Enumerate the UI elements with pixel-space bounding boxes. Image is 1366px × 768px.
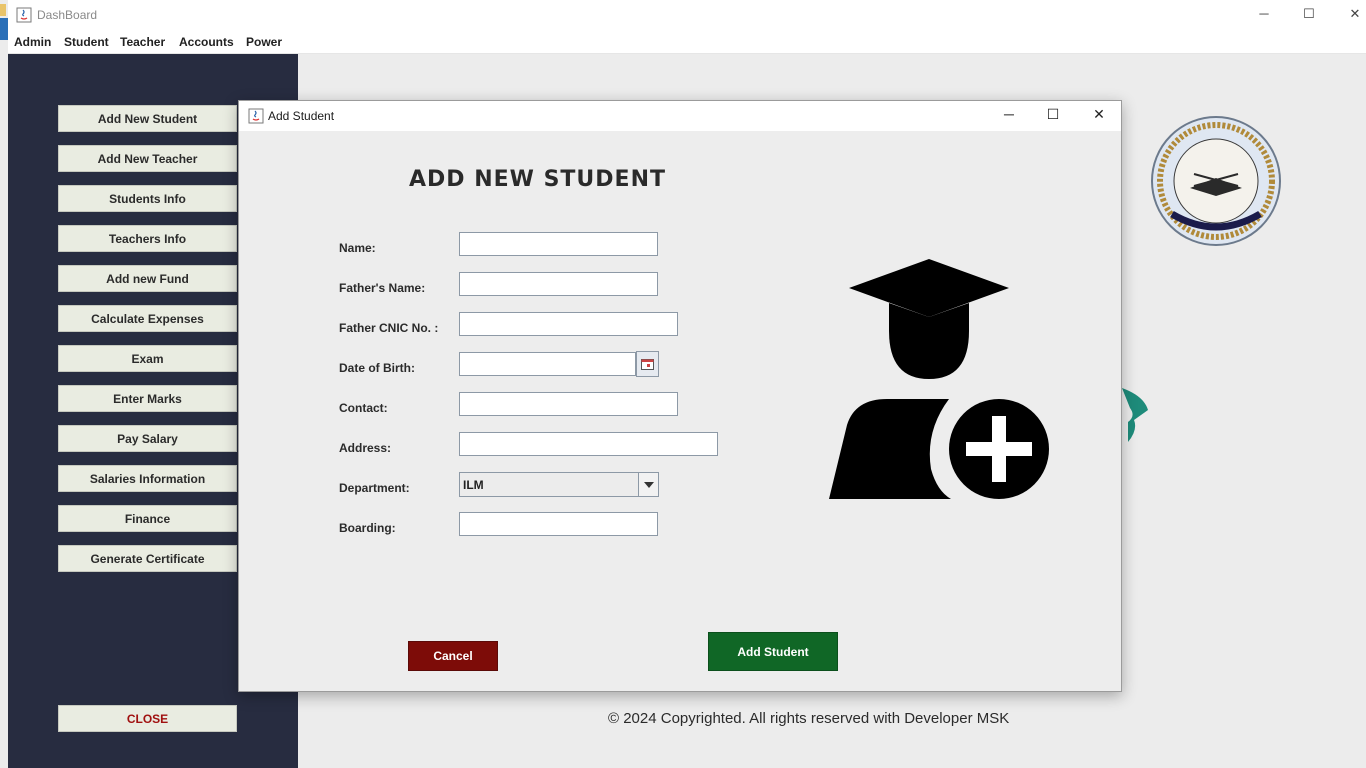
copyright-text: © 2024 Copyrighted. All rights reserved … — [608, 710, 1010, 727]
students-info-button[interactable]: Students Info — [58, 185, 237, 212]
salaries-information-button[interactable]: Salaries Information — [58, 465, 237, 492]
department-select[interactable]: ILM — [459, 472, 659, 497]
add-student-button[interactable]: Add Student — [708, 632, 838, 671]
pay-salary-button[interactable]: Pay Salary — [58, 425, 237, 452]
name-field[interactable] — [459, 232, 658, 256]
contact-label: Contact: — [339, 401, 388, 415]
boarding-field[interactable] — [459, 512, 658, 536]
dropdown-arrow-icon[interactable] — [638, 473, 658, 496]
father-name-field[interactable] — [459, 272, 658, 296]
dialog-maximize-button[interactable]: ☐ — [1042, 106, 1064, 126]
background-decoration — [1122, 388, 1148, 442]
calculate-expenses-button[interactable]: Calculate Expenses — [58, 305, 237, 332]
add-new-student-button[interactable]: Add New Student — [58, 105, 237, 132]
close-window-button[interactable]: ✕ — [1345, 6, 1365, 24]
enter-marks-button[interactable]: Enter Marks — [58, 385, 237, 412]
dob-label: Date of Birth: — [339, 361, 415, 375]
address-label: Address: — [339, 441, 392, 455]
department-label: Department: — [339, 481, 410, 495]
dialog-heading: ADD NEW STUDENT — [409, 167, 666, 192]
generate-certificate-button[interactable]: Generate Certificate — [58, 545, 237, 572]
menu-accounts[interactable]: Accounts — [179, 35, 234, 49]
dialog-titlebar — [239, 101, 1121, 131]
desktop-edge-folder — [0, 4, 6, 16]
father-cnic-field[interactable] — [459, 312, 678, 336]
calendar-button[interactable] — [636, 351, 659, 377]
father-name-label: Father's Name: — [339, 281, 426, 295]
desktop-edge — [0, 0, 8, 768]
menu-admin[interactable]: Admin — [14, 35, 51, 49]
father-cnic-label: Father CNIC No. : — [339, 321, 439, 335]
add-new-teacher-button[interactable]: Add New Teacher — [58, 145, 237, 172]
finance-button[interactable]: Finance — [58, 505, 237, 532]
java-app-icon — [16, 7, 32, 23]
exam-button[interactable]: Exam — [58, 345, 237, 372]
main-window-title: DashBoard — [37, 8, 98, 22]
maximize-button[interactable]: ☐ — [1299, 6, 1319, 24]
desktop-edge-taskbar — [0, 18, 8, 40]
menubar: Admin Student Teacher Accounts Power — [8, 31, 1366, 54]
java-app-icon — [248, 108, 264, 124]
cancel-button[interactable]: Cancel — [408, 641, 498, 671]
name-label: Name: — [339, 241, 376, 255]
add-student-dialog: Add Student ─ ☐ ✕ ADD NEW STUDENT Name: … — [238, 100, 1122, 692]
calendar-icon — [641, 358, 654, 370]
dialog-close-button[interactable]: ✕ — [1088, 106, 1110, 126]
dialog-title: Add Student — [268, 109, 335, 123]
dialog-minimize-button[interactable]: ─ — [998, 106, 1020, 126]
menu-teacher[interactable]: Teacher — [120, 35, 165, 49]
institution-logo — [1151, 116, 1281, 246]
menu-student[interactable]: Student — [64, 35, 109, 49]
contact-field[interactable] — [459, 392, 678, 416]
minimize-button[interactable]: ─ — [1254, 6, 1274, 24]
main-window-titlebar — [8, 0, 1366, 30]
add-new-fund-button[interactable]: Add new Fund — [58, 265, 237, 292]
menu-power[interactable]: Power — [246, 35, 282, 49]
teachers-info-button[interactable]: Teachers Info — [58, 225, 237, 252]
student-add-icon — [829, 259, 1049, 499]
boarding-label: Boarding: — [339, 521, 396, 535]
department-value: ILM — [463, 478, 484, 492]
dob-field[interactable] — [459, 352, 636, 376]
address-field[interactable] — [459, 432, 718, 456]
close-button[interactable]: CLOSE — [58, 705, 237, 732]
